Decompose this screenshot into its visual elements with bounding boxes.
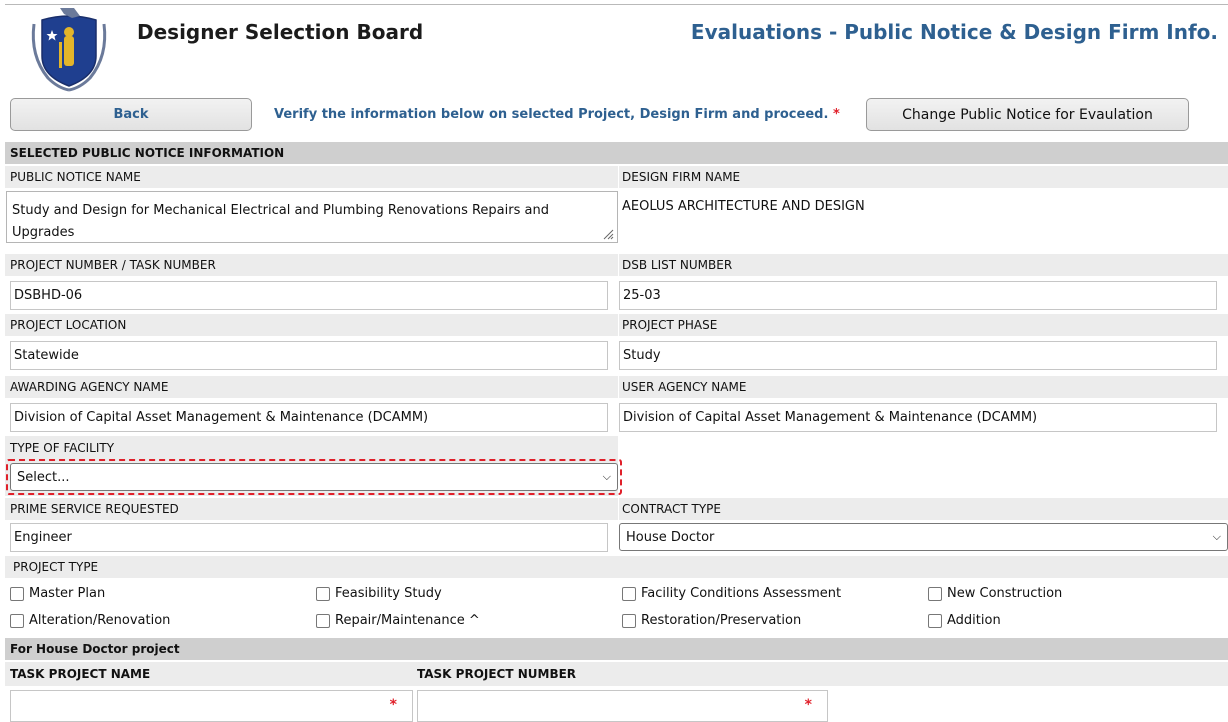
checkbox-label: Feasibility Study (335, 586, 442, 601)
type-of-facility-selected: Select... (17, 469, 70, 485)
awarding-agency-field[interactable]: Division of Capital Asset Management & M… (10, 403, 608, 432)
task-project-number-label: TASK PROJECT NUMBER (417, 667, 577, 681)
house-doctor-band (5, 638, 1228, 660)
public-notice-name-label: PUBLIC NOTICE NAME (10, 170, 141, 184)
required-marker: * (832, 107, 840, 122)
required-marker: * (804, 697, 812, 713)
massachusetts-seal-logo (31, 8, 107, 92)
header-divider (5, 4, 1228, 5)
checkbox-box[interactable] (10, 613, 24, 628)
user-agency-field[interactable]: Division of Capital Asset Management & M… (619, 403, 1217, 432)
checkbox-alteration-renovation[interactable]: Alteration/Renovation (10, 613, 170, 628)
checkbox-box[interactable] (928, 586, 942, 601)
task-project-name-label: TASK PROJECT NAME (10, 667, 151, 681)
user-agency-label: USER AGENCY NAME (622, 380, 747, 394)
checkbox-label: Restoration/Preservation (641, 613, 802, 628)
chevron-down-icon: ⌵ (602, 470, 611, 483)
project-phase-field[interactable]: Study (619, 341, 1217, 370)
app-title: Designer Selection Board (137, 20, 424, 44)
checkbox-facility-conditions-assessment[interactable]: Facility Conditions Assessment (622, 586, 841, 601)
dsb-list-number-field[interactable]: 25-03 (619, 281, 1217, 310)
design-firm-name-label: DESIGN FIRM NAME (622, 170, 741, 184)
checkbox-label: Facility Conditions Assessment (641, 586, 842, 601)
type-of-facility-label: TYPE OF FACILITY (10, 441, 115, 455)
awarding-agency-label: AWARDING AGENCY NAME (10, 380, 169, 394)
contract-type-label: CONTRACT TYPE (622, 502, 721, 516)
prime-service-field[interactable]: Engineer (10, 523, 608, 552)
task-project-name-input[interactable]: * (10, 690, 413, 722)
project-type-label: PROJECT TYPE (13, 560, 99, 574)
label-band (5, 662, 1228, 686)
checkbox-box[interactable] (10, 586, 24, 601)
checkbox-box[interactable] (622, 613, 636, 628)
checkbox-label: Repair/Maintenance ^ (335, 613, 480, 628)
checkbox-restoration-preservation[interactable]: Restoration/Preservation (622, 613, 801, 628)
checkbox-master-plan[interactable]: Master Plan (10, 586, 105, 601)
checkbox-label: Alteration/Renovation (29, 613, 171, 628)
checkbox-repair-maintenance[interactable]: Repair/Maintenance ^ (316, 613, 480, 628)
required-marker: * (389, 697, 397, 713)
label-band (5, 556, 1228, 578)
project-location-field[interactable]: Statewide (10, 341, 608, 370)
checkbox-box[interactable] (622, 586, 636, 601)
checkbox-label: Master Plan (29, 586, 106, 601)
public-notice-name-field[interactable]: Study and Design for Mechanical Electric… (6, 191, 618, 243)
checkbox-feasibility-study[interactable]: Feasibility Study (316, 586, 442, 601)
change-public-notice-button[interactable]: Change Public Notice for Evaulation (866, 98, 1189, 131)
verify-instruction: Verify the information below on selected… (274, 107, 840, 122)
project-number-field[interactable]: DSBHD-06 (10, 281, 608, 310)
house-doctor-title: For House Doctor project (10, 642, 180, 656)
project-location-label: PROJECT LOCATION (10, 318, 127, 332)
checkbox-label: Addition (947, 613, 1001, 628)
back-button[interactable]: Back (10, 98, 252, 131)
project-phase-label: PROJECT PHASE (622, 318, 718, 332)
checkbox-box[interactable] (928, 613, 942, 628)
task-project-number-input[interactable]: * (417, 690, 828, 722)
type-of-facility-select[interactable]: Select... ⌵ (10, 463, 618, 491)
chevron-down-icon: ⌵ (1212, 530, 1221, 543)
checkbox-box[interactable] (316, 613, 330, 628)
design-firm-name-value: AEOLUS ARCHITECTURE AND DESIGN (622, 199, 865, 214)
contract-type-selected: House Doctor (626, 529, 715, 545)
page-title: Evaluations - Public Notice & Design Fir… (690, 20, 1218, 44)
project-number-label: PROJECT NUMBER / TASK NUMBER (10, 258, 216, 272)
prime-service-label: PRIME SERVICE REQUESTED (10, 502, 179, 516)
verify-text: Verify the information below on selected… (274, 107, 829, 122)
checkbox-addition[interactable]: Addition (928, 613, 1001, 628)
contract-type-select[interactable]: House Doctor ⌵ (619, 523, 1228, 551)
dsb-list-number-label: DSB LIST NUMBER (622, 258, 733, 272)
checkbox-label: New Construction (947, 586, 1063, 601)
section-title: SELECTED PUBLIC NOTICE INFORMATION (10, 146, 285, 160)
checkbox-new-construction[interactable]: New Construction (928, 586, 1062, 601)
resize-handle-icon[interactable] (602, 228, 614, 240)
checkbox-box[interactable] (316, 586, 330, 601)
